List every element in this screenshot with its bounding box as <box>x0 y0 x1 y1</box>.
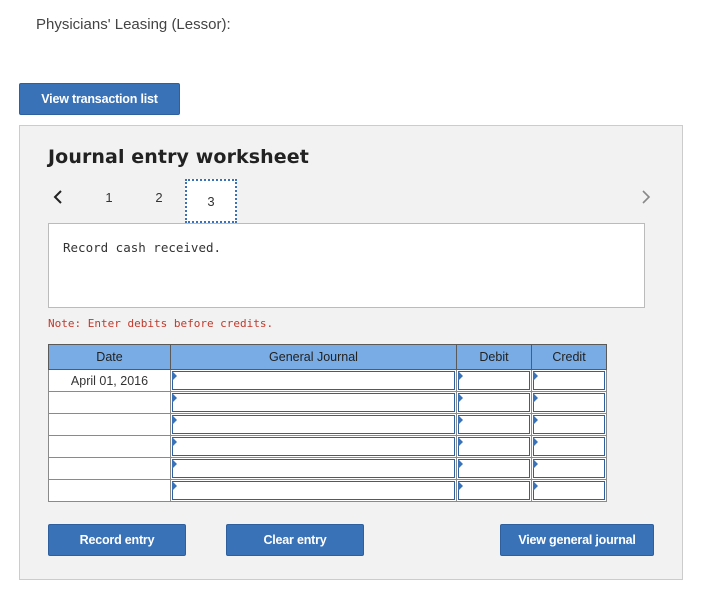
column-header-debit: Debit <box>456 344 532 370</box>
debit-input[interactable] <box>456 479 532 502</box>
dropdown-marker-icon <box>458 393 463 403</box>
dropdown-marker-icon <box>172 415 177 425</box>
general-journal-input[interactable] <box>170 413 457 436</box>
general-journal-input[interactable] <box>170 479 457 502</box>
general-journal-input[interactable] <box>170 435 457 458</box>
column-header-credit: Credit <box>531 344 607 370</box>
date-cell <box>48 457 171 480</box>
credit-input[interactable] <box>531 369 607 392</box>
debit-input[interactable] <box>456 457 532 480</box>
dropdown-marker-icon <box>533 371 538 381</box>
dropdown-marker-icon <box>458 437 463 447</box>
dropdown-marker-icon <box>172 481 177 491</box>
general-journal-input[interactable] <box>170 391 457 414</box>
view-general-journal-button[interactable]: View general journal <box>500 524 654 556</box>
column-header-general-journal: General Journal <box>170 344 457 370</box>
dropdown-marker-icon <box>458 371 463 381</box>
debit-input[interactable] <box>456 369 532 392</box>
dropdown-marker-icon <box>172 371 177 381</box>
dropdown-marker-icon <box>458 415 463 425</box>
dropdown-marker-icon <box>172 459 177 469</box>
entry-description: Record cash received. <box>63 240 222 255</box>
date-cell: April 01, 2016 <box>48 369 171 392</box>
debit-input[interactable] <box>456 391 532 414</box>
tab-3[interactable]: 3 <box>185 179 237 223</box>
general-journal-input[interactable] <box>170 369 457 392</box>
chevron-left-icon <box>53 190 62 204</box>
table-row <box>48 435 607 458</box>
table-row <box>48 391 607 414</box>
debit-credit-note: Note: Enter debits before credits. <box>48 317 274 330</box>
dropdown-marker-icon <box>533 415 538 425</box>
view-transaction-list-button[interactable]: View transaction list <box>19 83 180 115</box>
table-row <box>48 479 607 502</box>
tab-1[interactable]: 1 <box>98 182 120 212</box>
general-journal-input[interactable] <box>170 457 457 480</box>
column-header-date: Date <box>48 344 171 370</box>
dropdown-marker-icon <box>533 393 538 403</box>
table-row: April 01, 2016 <box>48 369 607 392</box>
worksheet-title: Journal entry worksheet <box>48 146 309 168</box>
dropdown-marker-icon <box>458 459 463 469</box>
dropdown-marker-icon <box>458 481 463 491</box>
table-row <box>48 413 607 436</box>
journal-table: Date General Journal Debit Credit April … <box>48 344 607 502</box>
clear-entry-button[interactable]: Clear entry <box>226 524 364 556</box>
dropdown-marker-icon <box>172 393 177 403</box>
entry-description-box: Record cash received. <box>48 223 645 308</box>
journal-entry-worksheet-panel: Journal entry worksheet 1 2 3 Record cas… <box>19 125 683 580</box>
dropdown-marker-icon <box>172 437 177 447</box>
page-heading: Physicians' Leasing (Lessor): <box>36 16 231 33</box>
debit-input[interactable] <box>456 413 532 436</box>
chevron-right-icon <box>642 190 651 204</box>
credit-input[interactable] <box>531 413 607 436</box>
credit-input[interactable] <box>531 479 607 502</box>
dropdown-marker-icon <box>533 459 538 469</box>
dropdown-marker-icon <box>533 481 538 491</box>
date-cell <box>48 435 171 458</box>
prev-button[interactable] <box>48 182 68 212</box>
credit-input[interactable] <box>531 435 607 458</box>
tab-2[interactable]: 2 <box>148 182 170 212</box>
date-cell <box>48 413 171 436</box>
record-entry-button[interactable]: Record entry <box>48 524 186 556</box>
credit-input[interactable] <box>531 457 607 480</box>
date-cell <box>48 391 171 414</box>
debit-input[interactable] <box>456 435 532 458</box>
credit-input[interactable] <box>531 391 607 414</box>
dropdown-marker-icon <box>533 437 538 447</box>
date-cell <box>48 479 171 502</box>
table-row <box>48 457 607 480</box>
next-button[interactable] <box>636 182 656 212</box>
